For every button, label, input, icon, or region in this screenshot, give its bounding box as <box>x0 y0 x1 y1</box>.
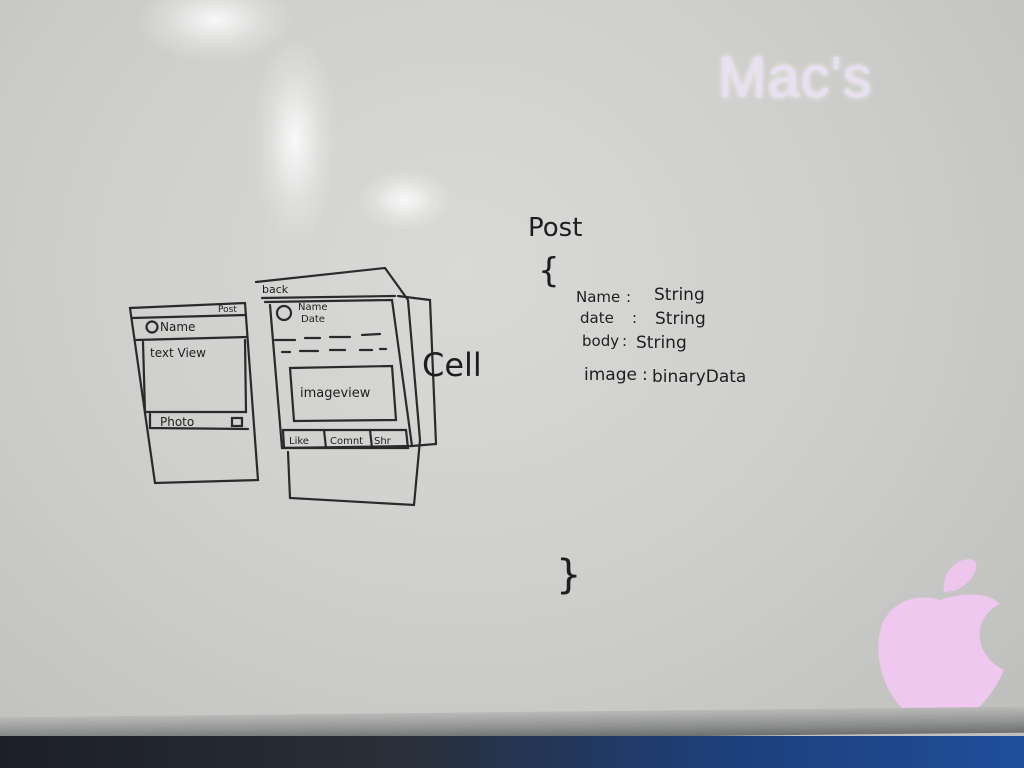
field-date: date <box>580 309 614 327</box>
model-open-brace: { <box>538 251 560 291</box>
screen1-photo-label: Photo <box>160 415 194 429</box>
field-body: body <box>582 332 619 350</box>
field-name: Name <box>576 288 620 306</box>
model-title: Post <box>528 213 582 243</box>
cell-outline <box>263 298 414 450</box>
photo-icon <box>230 416 244 428</box>
screen1-text-label: text View <box>150 346 206 360</box>
screen1-navbar-line <box>130 313 248 320</box>
screen2-image-label: imageview <box>300 386 371 401</box>
field-body-type: String <box>636 333 687 353</box>
share-button-label: Shr <box>374 436 392 447</box>
field-name-type: String <box>654 285 705 305</box>
whiteboard-drawing: Post Name text View Photo back Name Date… <box>128 213 1004 717</box>
field-date-type: String <box>655 309 706 329</box>
apple-logo-icon <box>878 559 1004 717</box>
field-image: image <box>584 365 637 385</box>
like-button-label: Like <box>289 436 309 447</box>
screen2-name-label: Name <box>298 302 328 313</box>
body-text-dashes <box>273 332 382 342</box>
cell-label: Cell <box>422 346 482 384</box>
svg-text::: : <box>626 288 631 306</box>
model-close-brace: } <box>556 552 581 598</box>
comment-button-label: Comnt <box>330 436 363 447</box>
screen2-date-label: Date <box>301 314 325 325</box>
svg-text::: : <box>632 309 637 327</box>
screen1-nav-label: Post <box>218 305 237 315</box>
field-image-type: binaryData <box>652 367 746 387</box>
svg-text::: : <box>642 365 648 385</box>
avatar-icon <box>275 304 293 322</box>
avatar-icon <box>145 320 159 334</box>
screen1-name-label: Name <box>160 320 195 334</box>
wall-edge <box>0 736 1024 768</box>
svg-text::: : <box>622 332 627 350</box>
screen2-nav-label: back <box>262 283 289 296</box>
